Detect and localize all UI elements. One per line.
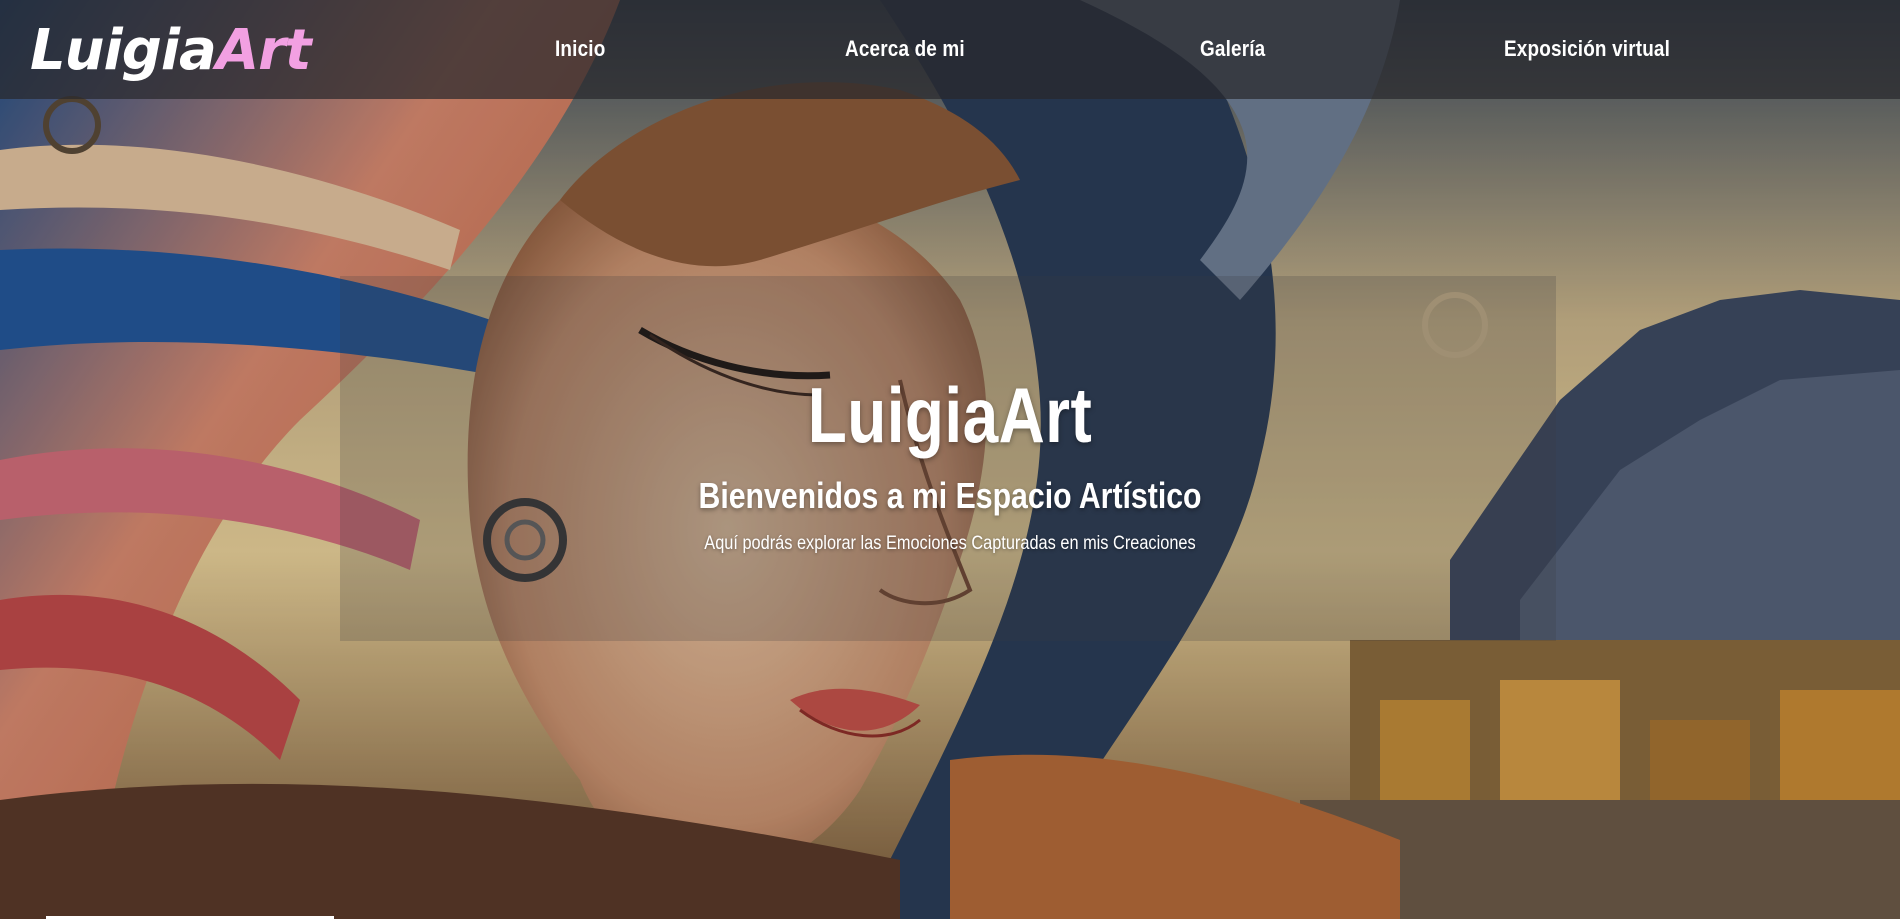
top-navigation-bar: LuigiaArt Inicio Acerca de mi Galería Ex… <box>0 0 1900 99</box>
site-logo[interactable]: LuigiaArt <box>30 8 312 94</box>
hero-tagline: Aquí podrás explorar las Emociones Captu… <box>704 533 1196 554</box>
page: LuigiaArt Inicio Acerca de mi Galería Ex… <box>0 0 1900 919</box>
hero-title: LuigiaArt <box>807 371 1093 459</box>
nav-link-exposicion-virtual[interactable]: Exposición virtual <box>1504 36 1670 62</box>
nav-link-acerca-de-mi[interactable]: Acerca de mi <box>845 36 965 62</box>
logo-text-primary: Luigia <box>30 18 217 83</box>
nav-link-inicio[interactable]: Inicio <box>555 36 605 62</box>
hero-subtitle: Bienvenidos a mi Espacio Artístico <box>698 475 1202 516</box>
nav-link-galeria[interactable]: Galería <box>1200 36 1265 62</box>
logo-text-accent: Art <box>215 18 312 83</box>
